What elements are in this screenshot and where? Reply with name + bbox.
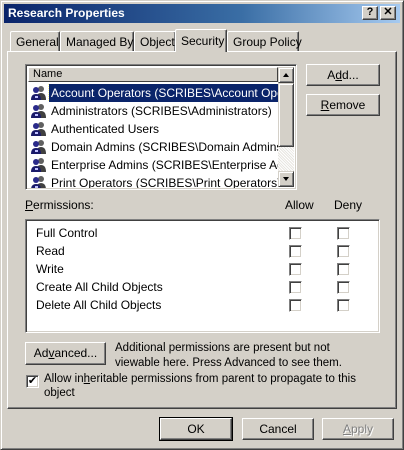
delete-child-deny-checkbox[interactable] [337, 299, 350, 312]
tab-object[interactable]: Object [134, 31, 176, 51]
ok-button[interactable]: OK [159, 417, 233, 441]
permission-name: Create All Child Objects [36, 280, 163, 294]
permission-name: Full Control [36, 226, 98, 240]
tab-security[interactable]: Security [175, 29, 227, 52]
inherit-label-line2: object [44, 387, 75, 399]
apply-mnemonic: A [342, 422, 351, 436]
cancel-button[interactable]: Cancel [242, 418, 314, 440]
tab-general[interactable]: General [10, 31, 60, 51]
inherit-permissions-label[interactable]: Allow inheritable permissions from paren… [44, 372, 356, 400]
permissions-label-rest: ermissions: [33, 198, 94, 212]
add-label-rest: d... [342, 68, 359, 82]
list-item[interactable]: Account Operators (SCRIBES\Account Opera… [30, 84, 278, 102]
write-deny-checkbox[interactable] [337, 263, 350, 276]
full-control-allow-checkbox[interactable] [289, 227, 302, 240]
advanced-label: Ad [33, 346, 49, 360]
remove-label-rest: emove [329, 98, 366, 112]
group-icon [31, 104, 46, 118]
advanced-note-line1: Additional permissions are present but n… [115, 342, 330, 354]
create-child-allow-checkbox[interactable] [289, 281, 302, 294]
scroll-thumb[interactable] [278, 83, 294, 147]
apply-label-rest: pply [351, 422, 374, 436]
list-item-label: Enterprise Admins (SCRIBES\Enterprise Ad… [51, 158, 278, 172]
remove-button[interactable]: Remove [306, 94, 380, 116]
remove-mnemonic: R [320, 98, 330, 112]
delete-child-allow-checkbox[interactable] [289, 299, 302, 312]
list-item[interactable]: Authenticated Users [30, 120, 278, 138]
group-icon [31, 158, 46, 172]
read-allow-checkbox[interactable] [289, 245, 302, 258]
add-mnemonic: d [335, 68, 342, 82]
advanced-note-line2: viewable here. Press Advanced to see the… [115, 357, 342, 369]
list-item[interactable]: Domain Admins (SCRIBES\Domain Admins) [30, 138, 278, 156]
group-icon [31, 122, 46, 136]
write-allow-checkbox[interactable] [289, 263, 302, 276]
tab-group-policy[interactable]: Group Policy [227, 31, 302, 51]
title-bar[interactable]: Research Properties ? ✕ [4, 4, 400, 23]
list-item-label: Print Operators (SCRIBES\Print Operators… [51, 176, 278, 188]
name-column-header[interactable]: Name [28, 67, 278, 82]
window-title: Research Properties [8, 6, 125, 20]
list-item-label: Domain Admins (SCRIBES\Domain Admins) [51, 140, 278, 154]
help-button[interactable]: ? [362, 6, 378, 20]
list-item[interactable]: Enterprise Admins (SCRIBES\Enterprise Ad… [30, 156, 278, 174]
list-item-label: Account Operators (SCRIBES\Account Opera… [47, 84, 278, 102]
create-child-deny-checkbox[interactable] [337, 281, 350, 294]
list-item[interactable]: Administrators (SCRIBES\Administrators) [30, 102, 278, 120]
apply-button[interactable]: Apply [322, 418, 394, 440]
inherit-label-rest: eritable permissions from parent to prop… [90, 373, 356, 385]
group-icon [31, 86, 46, 100]
permissions-mnemonic: P [25, 198, 34, 212]
arrow-up-icon [283, 73, 289, 77]
read-deny-checkbox[interactable] [337, 245, 350, 258]
permission-name: Read [36, 244, 65, 258]
list-item-label: Authenticated Users [51, 122, 160, 136]
permission-name: Delete All Child Objects [36, 298, 162, 312]
permissions-list[interactable]: Full Control Read Write Create All Child… [25, 219, 380, 333]
arrow-down-icon [283, 177, 289, 181]
advanced-button[interactable]: Advanced... [25, 342, 106, 365]
scroll-up-button[interactable] [278, 67, 294, 83]
properties-dialog: Research Properties ? ✕ General Managed … [0, 0, 404, 450]
inherit-permissions-checkbox[interactable]: ✔ [26, 375, 39, 388]
permissions-label: Permissions: [25, 198, 94, 212]
name-listview[interactable]: Name Account Operators (SCRIBES\Account … [25, 64, 297, 190]
inherit-label-start: Allow in [44, 373, 84, 385]
advanced-note: Additional permissions are present but n… [115, 341, 342, 371]
list-item-label: Administrators (SCRIBES\Administrators) [51, 104, 272, 118]
full-control-deny-checkbox[interactable] [337, 227, 350, 240]
add-button[interactable]: Add... [306, 64, 380, 86]
group-icon [31, 176, 46, 188]
tab-managed-by[interactable]: Managed By [60, 31, 134, 51]
advanced-label-rest: anced... [54, 346, 98, 360]
deny-column-header: Deny [334, 198, 363, 212]
group-icon [31, 140, 46, 154]
scroll-down-button[interactable] [278, 171, 294, 187]
list-item[interactable]: Print Operators (SCRIBES\Print Operators… [30, 174, 278, 188]
allow-column-header: Allow [285, 198, 314, 212]
permission-name: Write [36, 262, 64, 276]
close-button[interactable]: ✕ [380, 6, 396, 20]
vertical-scrollbar[interactable] [278, 67, 294, 187]
